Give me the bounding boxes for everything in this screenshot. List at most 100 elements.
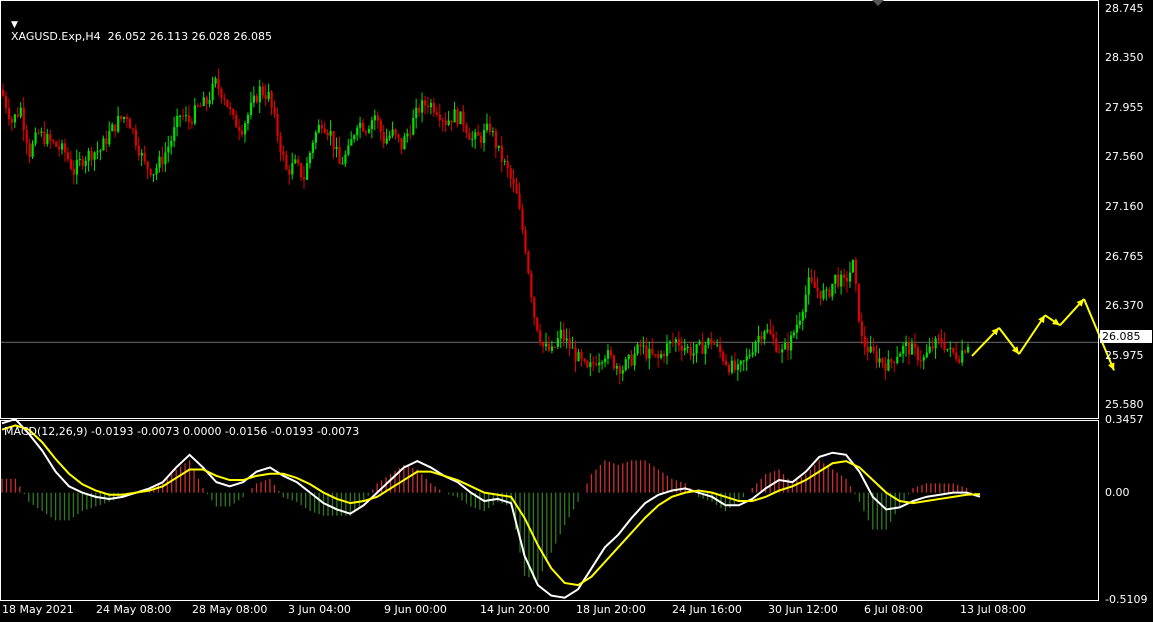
candle-bear <box>465 125 468 134</box>
candle-bull <box>158 156 161 168</box>
candle-bear <box>958 359 961 363</box>
candle-bull <box>949 347 952 349</box>
candle-bear <box>786 342 790 351</box>
candle-bull <box>840 274 843 287</box>
candle-bull <box>208 99 211 104</box>
candle-bear <box>719 344 722 353</box>
candle-bull <box>99 150 102 152</box>
candle-bear <box>226 99 229 107</box>
candle-bear <box>769 329 772 334</box>
candle-bear <box>515 184 518 194</box>
candle-bear <box>285 154 288 170</box>
panel-frames <box>0 0 1099 601</box>
candle-bear <box>424 100 427 106</box>
candle-bear <box>477 132 480 136</box>
candle-bull <box>695 344 698 354</box>
chart-header[interactable]: ▼ XAGUSD.Exp,H4 26.052 26.113 26.028 26.… <box>4 4 272 43</box>
candle-bull <box>601 362 604 364</box>
candle-bear <box>435 112 439 115</box>
candle-bull <box>834 274 837 284</box>
candle-bull <box>317 124 320 133</box>
candle-bear <box>509 168 512 179</box>
candle-bear <box>282 151 285 155</box>
candle-bear <box>654 353 657 355</box>
candle-bear <box>937 338 940 340</box>
candle-bull <box>459 111 462 125</box>
candle-bull <box>925 352 928 358</box>
candle-bull <box>627 354 630 360</box>
candle-bear <box>772 333 775 339</box>
candle-bull <box>748 355 751 357</box>
candle-bear <box>161 156 164 165</box>
candle-bull <box>848 272 852 282</box>
candle-bull <box>96 151 99 153</box>
candle-bear <box>255 95 258 103</box>
candle-bull <box>822 290 825 299</box>
candle-bear <box>69 159 73 169</box>
candle-bear <box>120 116 123 120</box>
chevron-down-icon[interactable]: ▼ <box>11 20 18 30</box>
candle-bear <box>609 350 613 356</box>
candle-bull <box>792 332 796 336</box>
candle-bear <box>125 117 129 119</box>
candles-group <box>2 68 970 385</box>
candle-bear <box>187 115 191 122</box>
candle-bear <box>881 358 884 364</box>
time-tick-label: 3 Jun 04:00 <box>288 603 351 616</box>
candle-bear <box>364 131 368 133</box>
candle-bear <box>182 115 185 117</box>
candle-bull <box>804 294 807 313</box>
candle-bear <box>890 359 893 362</box>
candle-bear <box>943 342 946 350</box>
candle-bull <box>155 167 158 175</box>
candle-bear <box>426 105 430 108</box>
candle-bull <box>887 359 890 371</box>
candle-bull <box>350 139 353 146</box>
candle-bear <box>58 146 61 150</box>
candle-bull <box>781 349 784 353</box>
macd-histogram <box>1 460 977 581</box>
price-tick-label: 26.370 <box>1105 299 1144 313</box>
candle-bear <box>409 133 412 135</box>
candle-bear <box>931 346 934 349</box>
candle-bull <box>739 361 742 365</box>
candle-bear <box>530 273 533 298</box>
candle-bear <box>521 208 524 231</box>
candle-bull <box>683 348 686 351</box>
candle-bear <box>819 290 822 299</box>
candle-bull <box>267 91 270 100</box>
candle-bear <box>52 140 55 142</box>
candle-bear <box>241 130 244 135</box>
candle-bear <box>671 341 675 343</box>
candle-bull <box>946 348 949 350</box>
candle-bull <box>967 346 970 353</box>
candle-bull <box>344 154 347 164</box>
candle-bull <box>648 348 651 359</box>
candle-bear <box>288 169 291 175</box>
candle-bear <box>863 336 866 347</box>
candle-bull <box>801 312 804 321</box>
candle-bull <box>179 115 182 117</box>
candle-bull <box>308 152 312 164</box>
macd-header: MACD(12,26,9) -0.0193 -0.0073 0.0000 -0.… <box>4 425 360 438</box>
forecast-arrows <box>971 298 1115 371</box>
candle-bull <box>87 150 90 161</box>
candle-bear <box>276 114 279 137</box>
chart-canvas[interactable] <box>0 0 1153 622</box>
candle-bear <box>872 346 875 352</box>
candle-bear <box>727 364 731 373</box>
candle-bear <box>72 168 76 175</box>
candle-bear <box>733 360 737 370</box>
candle-bear <box>137 145 140 156</box>
candle-bull <box>170 141 173 147</box>
candle-bull <box>373 115 377 121</box>
candle-bear <box>722 352 725 362</box>
candle-bear <box>303 177 306 180</box>
candle-bull <box>831 283 834 297</box>
candle-bull <box>745 356 748 361</box>
candle-bear <box>893 361 896 363</box>
price-tick-label: 27.560 <box>1105 150 1144 164</box>
candle-bull <box>19 107 22 117</box>
candle-bull <box>415 107 418 119</box>
candle-bull <box>305 163 309 180</box>
